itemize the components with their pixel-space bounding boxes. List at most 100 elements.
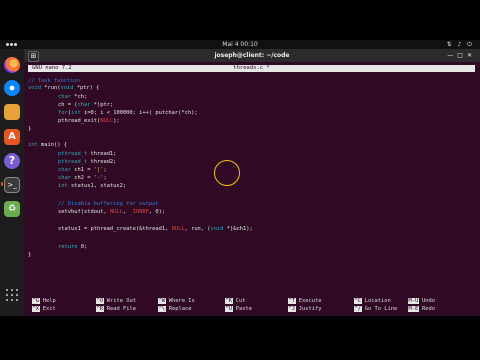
window-title: joseph@client: ~/code <box>214 52 290 59</box>
code-token: pthread_t <box>58 151 88 157</box>
code-line: // Task function <box>28 78 80 85</box>
shortcut-item[interactable]: M-U Undo <box>408 297 435 305</box>
system-tray[interactable]: ⇅ ♪ ⏻ <box>447 41 474 48</box>
nano-filename: threads.c * <box>233 65 270 71</box>
code-token: // Task function <box>28 78 80 84</box>
code-line: } <box>28 252 32 258</box>
clock[interactable]: Mai 4 00:10 <box>0 40 480 49</box>
code-line: int status1, status2; <box>58 183 126 190</box>
code-token: NULL <box>171 226 185 232</box>
trash-icon[interactable]: ♻ <box>4 201 20 217</box>
close-button[interactable]: ✕ <box>467 52 476 59</box>
code-line: // Disable buffering for output <box>58 201 159 208</box>
window-controls: —□✕ <box>447 49 476 62</box>
code-token: , run, ( <box>184 226 211 232</box>
shortcut-item[interactable]: ^T Execute <box>288 297 321 305</box>
code-token: *)&ch1); <box>223 226 253 232</box>
show-apps-grid-icon[interactable] <box>6 289 18 301</box>
shortcut-label: Go To Line <box>364 306 398 312</box>
shortcut-item[interactable]: ^\ Replace <box>158 305 191 313</box>
shortcut-label: Execute <box>298 298 322 304</box>
code-line: pthread_t thread1; <box>58 151 116 158</box>
shortcut-key: M-E <box>408 306 419 312</box>
code-token: *ptr) { <box>73 85 100 91</box>
shortcut-item[interactable]: ^G Help <box>32 297 56 305</box>
shortcut-item[interactable]: ^X Exit <box>32 305 56 313</box>
shortcut-item[interactable]: ^O Write Out <box>96 297 136 305</box>
dock: A ? >_ ♻ <box>0 49 24 316</box>
maximize-button[interactable]: □ <box>457 52 467 59</box>
code-token: NULL <box>109 209 123 215</box>
code-token: pthread_exit( <box>58 118 101 124</box>
shortcut-label: Exit <box>42 306 56 312</box>
shortcut-label: Cut <box>235 298 246 304</box>
window-titlebar[interactable]: ⊞ joseph@client: ~/code —□✕ <box>24 49 480 62</box>
files-icon[interactable] <box>4 104 20 120</box>
nano-header: GNU nano 7.2 threads.c * <box>28 65 475 72</box>
terminal-window: ⊞ joseph@client: ~/code —□✕ GNU nano 7.2… <box>24 49 480 316</box>
code-line: return 0; <box>58 244 87 251</box>
code-token: _IONBF <box>129 209 149 215</box>
code-token: status1, status2; <box>67 183 127 189</box>
shortcut-key: ^U <box>225 306 233 312</box>
code-token: // Disable buffering for output <box>58 201 159 207</box>
code-token: '|' <box>93 167 104 173</box>
shortcut-key: ^W <box>158 298 166 304</box>
code-line: char ch2 = '-'; <box>58 175 107 182</box>
code-token: 0; <box>77 244 88 250</box>
code-line: status1 = pthread_create(&thread1, NULL,… <box>58 226 253 233</box>
code-token: ; <box>103 167 107 173</box>
code-token: ; <box>103 175 107 181</box>
code-token: char <box>58 175 71 181</box>
code-editor[interactable]: // Task function void *run(void *ptr) { … <box>28 78 475 288</box>
shortcut-label: Paste <box>235 306 252 312</box>
code-token: main() { <box>37 142 67 148</box>
code-token: char <box>58 167 71 173</box>
shortcut-item[interactable]: ^C Location <box>354 297 391 305</box>
click-highlight-indicator <box>214 160 240 186</box>
code-token: void <box>28 85 41 91</box>
shortcut-item[interactable]: ^U Paste <box>225 305 252 313</box>
shortcut-key: ^T <box>288 298 296 304</box>
code-token: thread2; <box>87 159 117 165</box>
shortcut-label: Redo <box>422 306 435 312</box>
code-line: for(int i=0; i < 100000; i++) putchar(*c… <box>58 110 198 117</box>
code-token: char <box>58 94 71 100</box>
code-token: thread1; <box>87 151 117 157</box>
code-token: ch = ( <box>58 102 78 108</box>
shortcut-key: M-U <box>408 298 419 304</box>
terminal-icon[interactable]: >_ <box>4 177 20 193</box>
shortcut-label: Where Is <box>168 298 195 304</box>
code-line: ch = (char *)ptr; <box>58 102 113 109</box>
thunderbird-icon[interactable] <box>4 80 20 96</box>
code-line: char ch1 = '|'; <box>58 167 107 174</box>
shortcut-item[interactable]: ^K Cut <box>225 297 246 305</box>
shortcut-label: Justify <box>298 306 322 312</box>
shortcut-item[interactable]: M-E Redo <box>408 305 435 313</box>
code-line: pthread_t thread2; <box>58 159 116 166</box>
firefox-icon[interactable] <box>4 57 20 73</box>
code-token: ); <box>113 118 120 124</box>
code-line: } <box>28 126 32 132</box>
software-center-icon[interactable]: A <box>4 129 20 145</box>
code-token: for <box>58 110 68 116</box>
minimize-button[interactable]: — <box>447 52 457 59</box>
shortcut-item[interactable]: ^W Where Is <box>158 297 195 305</box>
shortcut-item[interactable]: ^R Read File <box>96 305 136 313</box>
shortcut-item[interactable]: ^/ Go To Line <box>354 305 397 313</box>
shortcut-label: Location <box>364 298 391 304</box>
shortcut-key: ^O <box>96 298 104 304</box>
code-token: ch2 = <box>70 175 94 181</box>
shortcut-key: ^J <box>288 306 296 312</box>
shortcut-key: ^/ <box>354 306 362 312</box>
code-token: setvbuf(stdout, <box>58 209 110 215</box>
shortcut-label: Replace <box>168 306 192 312</box>
code-token: ch1 = <box>70 167 94 173</box>
shortcut-item[interactable]: ^J Justify <box>288 305 321 313</box>
nano-shortcut-bar: ^G Help ^O Write Out ^W Where Is ^K Cut ^T E… <box>28 297 475 313</box>
help-icon[interactable]: ? <box>4 153 20 169</box>
code-token: void <box>210 226 224 232</box>
code-line: char *ch; <box>58 94 87 101</box>
code-token: void <box>60 85 74 91</box>
shortcut-key: ^C <box>354 298 362 304</box>
